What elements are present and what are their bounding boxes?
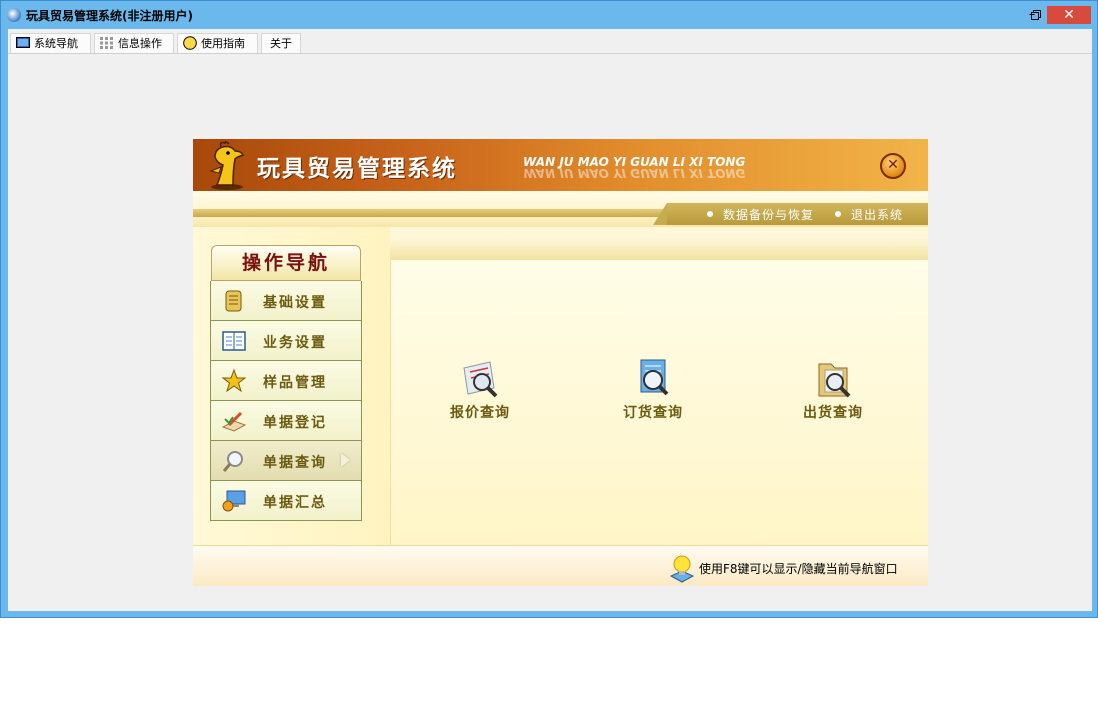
side-item-label: 基础设置 — [263, 295, 327, 311]
side-item-label: 单据查询 — [263, 455, 327, 471]
side-item-document-registration[interactable]: 单据登记 — [210, 401, 362, 441]
side-item-document-query[interactable]: 单据查询 — [210, 441, 362, 481]
panel-close-button[interactable]: ✕ — [880, 153, 906, 179]
banner-subtitle-reflection: WAN JU MAO YI GUAN LI XI TONG — [523, 166, 746, 180]
grid-icon — [100, 37, 113, 49]
exit-system-label: 退出系统 — [851, 208, 904, 222]
menu-item-label: 系统导航 — [34, 37, 78, 50]
quote-search-label: 报价查询 — [450, 405, 510, 421]
shipment-search-label: 出货查询 — [803, 405, 863, 421]
smiley-icon — [183, 36, 197, 50]
menu-item-label: 关于 — [270, 37, 292, 50]
backup-restore-link[interactable]: 数据备份与恢复 — [707, 206, 814, 223]
menu-item-system-nav[interactable]: 系统导航 — [10, 33, 91, 53]
menu-item-label: 信息操作 — [118, 37, 162, 50]
quote-search-icon — [463, 361, 498, 398]
star-icon — [221, 369, 247, 393]
side-item-label: 单据登记 — [263, 415, 327, 431]
title-bar[interactable]: 玩具贸易管理系统(非注册用户) – ✕ — [1, 1, 1097, 29]
maximize-button[interactable] — [1023, 6, 1049, 24]
magnifier-icon — [222, 451, 243, 472]
banner-title: 玩具贸易管理系统 — [257, 156, 457, 182]
app-icon[interactable] — [7, 8, 21, 22]
side-nav-header: 操作导航 — [211, 245, 361, 281]
footer-bar: 使用F8键可以显示/隐藏当前导航窗口 — [193, 545, 928, 586]
chevron-right-icon — [341, 453, 350, 467]
order-search-icon — [640, 359, 669, 396]
decorative-stripe — [193, 209, 673, 217]
menu-divider — [8, 53, 1092, 54]
content-area: 报价查询 订货查询 出货查询 — [390, 260, 928, 545]
bullet-icon — [835, 211, 841, 217]
backup-restore-label: 数据备份与恢复 — [723, 208, 815, 222]
menu-bar: 系统导航 信息操作 使用指南 关于 — [8, 31, 1092, 54]
side-item-basic-settings[interactable]: 基础设置 — [210, 281, 362, 321]
side-item-document-summary[interactable]: 单据汇总 — [210, 481, 362, 521]
client-area: 系统导航 信息操作 使用指南 关于 玩具贸易管理系统 WAN JU MAO YI… — [8, 29, 1092, 611]
computer-icon — [222, 490, 246, 512]
close-button[interactable]: ✕ — [1047, 6, 1091, 24]
bullet-icon — [707, 211, 713, 217]
bird-mascot-logo — [209, 141, 245, 190]
banner: 玩具贸易管理系统 WAN JU MAO YI GUAN LI XI TONG W… — [193, 139, 928, 191]
shipment-search-icon — [818, 363, 851, 398]
order-search-label: 订货查询 — [623, 405, 683, 421]
menu-item-info-ops[interactable]: 信息操作 — [94, 33, 174, 53]
side-item-business-settings[interactable]: 业务设置 — [210, 321, 362, 361]
side-item-label: 业务设置 — [263, 335, 327, 351]
book-icon — [222, 331, 246, 351]
content-header — [390, 238, 928, 260]
window-title: 玩具贸易管理系统(非注册用户) — [26, 9, 193, 23]
side-item-sample-management[interactable]: 样品管理 — [210, 361, 362, 401]
exit-system-link[interactable]: 退出系统 — [835, 206, 903, 223]
side-item-label: 样品管理 — [263, 375, 327, 391]
menu-item-label: 使用指南 — [201, 37, 245, 50]
app-window: 玩具贸易管理系统(非注册用户) – ✕ 系统导航 信息操作 使用指南 关于 玩具… — [0, 0, 1098, 618]
order-search-button[interactable]: 订货查询 — [603, 358, 703, 428]
monitor-icon — [16, 37, 30, 48]
pen-icon — [221, 411, 247, 432]
navigation-panel: 玩具贸易管理系统 WAN JU MAO YI GUAN LI XI TONG W… — [193, 139, 928, 586]
f8-hint: 使用F8键可以显示/隐藏当前导航窗口 — [699, 562, 898, 576]
scroll-icon — [225, 290, 242, 312]
lightbulb-icon — [669, 555, 695, 583]
shipment-search-button[interactable]: 出货查询 — [783, 358, 883, 428]
side-item-label: 单据汇总 — [263, 495, 327, 511]
restore-icon — [1031, 10, 1041, 20]
menu-item-about[interactable]: 关于 — [261, 33, 301, 53]
quote-search-button[interactable]: 报价查询 — [430, 358, 530, 428]
menu-item-user-guide[interactable]: 使用指南 — [177, 33, 258, 53]
